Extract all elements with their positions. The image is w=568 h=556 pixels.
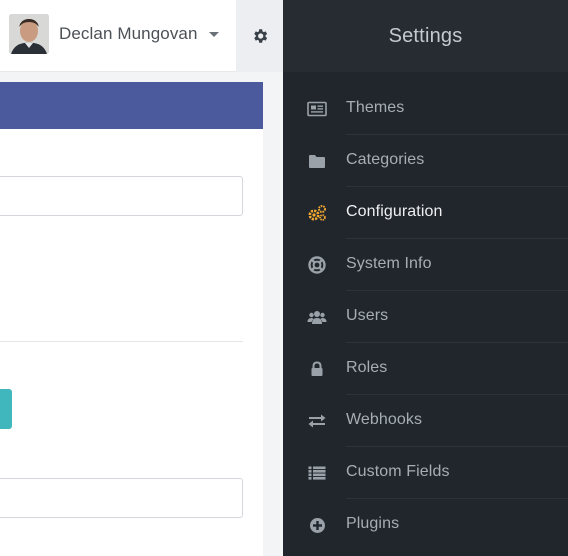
panel-header <box>0 82 263 129</box>
sidebar-item-label: Configuration <box>346 203 443 220</box>
sidebar-item-plugins[interactable]: Plugins <box>283 499 568 551</box>
sidebar-item-webhooks[interactable]: Webhooks <box>283 395 568 447</box>
user-name[interactable]: Declan Mungovan <box>59 24 198 44</box>
content-panel <box>0 82 263 556</box>
settings-menu: Themes Categories Configuration System I… <box>283 83 568 551</box>
settings-gear-button[interactable] <box>236 0 283 72</box>
life-ring-icon <box>307 255 327 275</box>
sidebar-item-label: Users <box>346 307 389 324</box>
users-icon <box>307 307 327 327</box>
text-input-1[interactable] <box>0 176 243 216</box>
settings-sidebar: Settings Themes Categories Configuration… <box>283 0 568 556</box>
list-icon <box>307 463 327 483</box>
sidebar-item-label: Webhooks <box>346 411 423 428</box>
plus-circle-icon <box>307 515 327 535</box>
lock-icon <box>307 359 327 379</box>
action-button[interactable] <box>0 389 12 429</box>
newspaper-icon <box>307 99 327 119</box>
sidebar-header: Settings <box>283 0 568 72</box>
top-bar: Declan Mungovan <box>0 0 283 72</box>
user-menu[interactable]: Declan Mungovan <box>0 0 236 72</box>
chevron-down-icon[interactable] <box>209 32 219 37</box>
sidebar-item-label: Roles <box>346 359 388 376</box>
sidebar-item-categories[interactable]: Categories <box>283 135 568 187</box>
gear-icon <box>253 29 267 43</box>
sidebar-title: Settings <box>388 24 463 47</box>
cogs-icon <box>307 203 327 223</box>
divider <box>0 341 243 342</box>
sidebar-item-themes[interactable]: Themes <box>283 83 568 135</box>
sidebar-item-label: Custom Fields <box>346 463 450 480</box>
sidebar-item-roles[interactable]: Roles <box>283 343 568 395</box>
avatar[interactable] <box>9 14 49 54</box>
sidebar-item-label: Themes <box>346 99 405 116</box>
main-content: Declan Mungovan <box>0 0 283 556</box>
sidebar-item-system-info[interactable]: System Info <box>283 239 568 291</box>
sidebar-item-users[interactable]: Users <box>283 291 568 343</box>
sidebar-item-configuration[interactable]: Configuration <box>283 187 568 239</box>
sidebar-item-label: Plugins <box>346 515 400 532</box>
text-input-2[interactable] <box>0 478 243 518</box>
sidebar-item-label: System Info <box>346 255 432 272</box>
sidebar-item-label: Categories <box>346 151 425 168</box>
folder-icon <box>307 151 327 171</box>
sidebar-item-custom-fields[interactable]: Custom Fields <box>283 447 568 499</box>
exchange-icon <box>307 411 327 431</box>
